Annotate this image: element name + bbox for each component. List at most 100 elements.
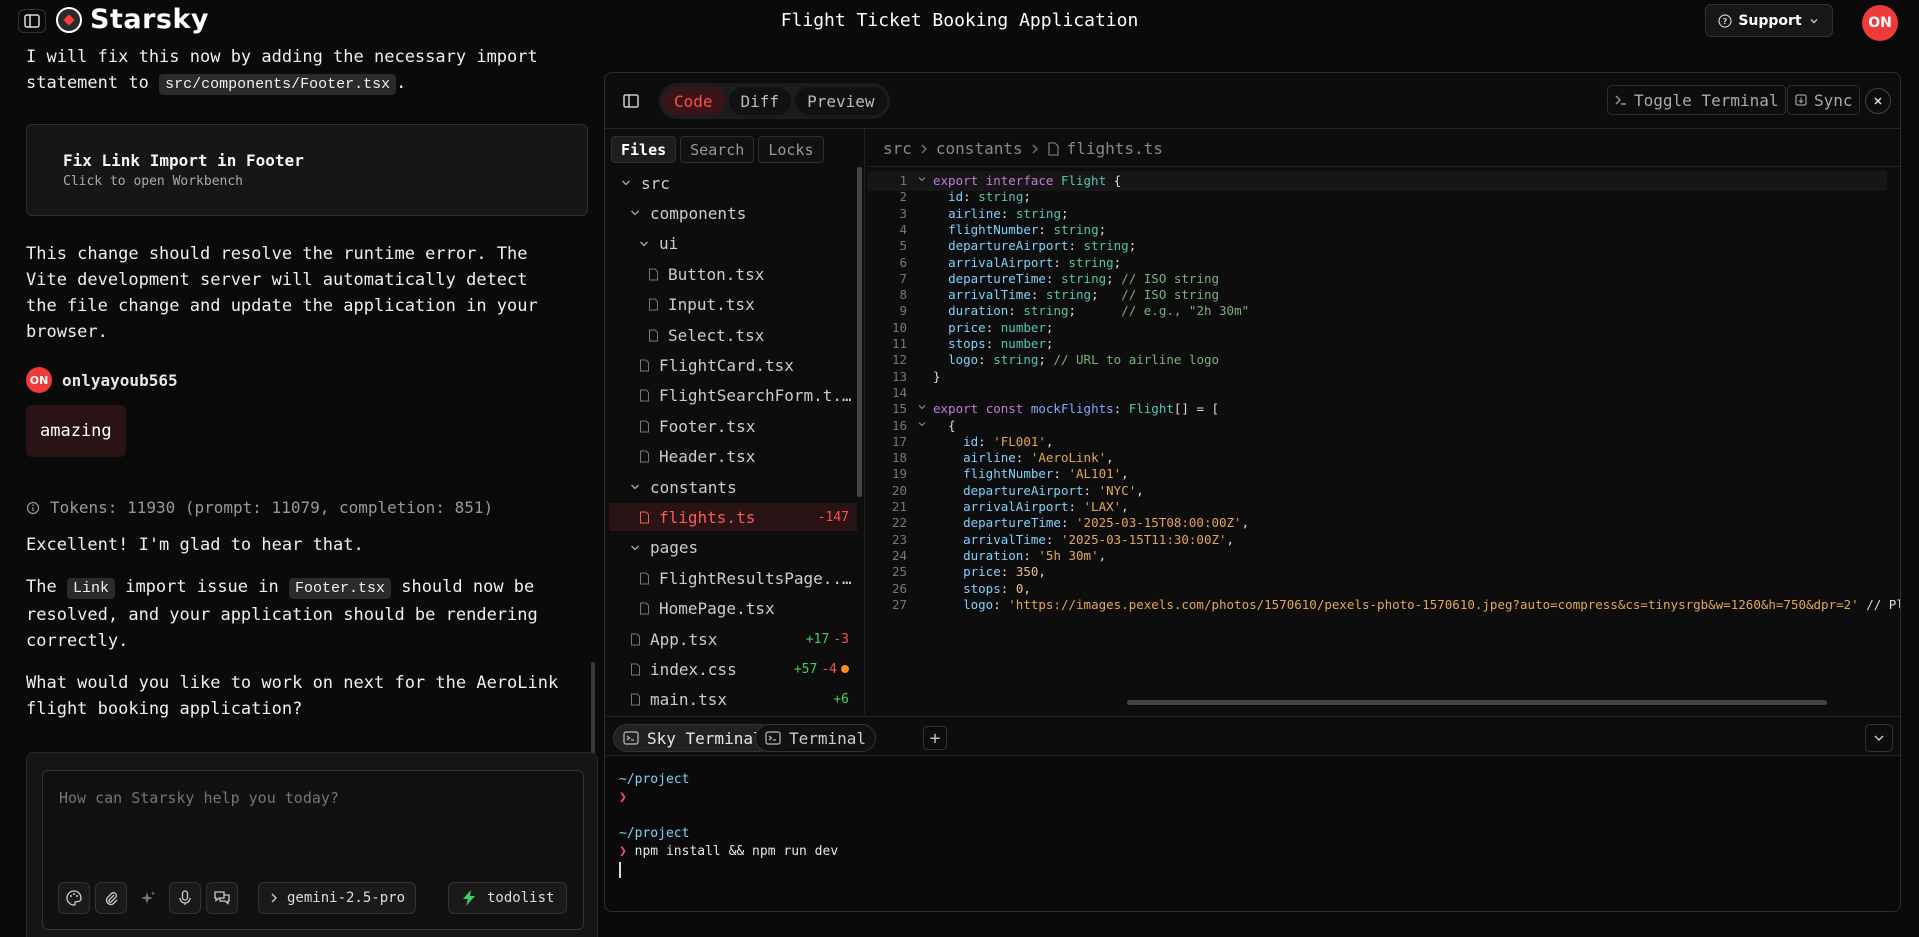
tree-item-label: components (650, 203, 747, 223)
file-icon (637, 358, 651, 372)
brand-name: Starsky (90, 4, 210, 35)
tab-terminal[interactable]: Terminal (755, 724, 877, 752)
sidebar-icon (24, 14, 40, 28)
additions-count: +6 (833, 692, 849, 708)
chat-bubbles-icon (214, 891, 230, 905)
file-icon (637, 571, 651, 585)
token-usage: Tokens: 11930 (prompt: 11079, completion… (26, 498, 493, 517)
tree-item-label: Input.tsx (668, 295, 755, 315)
folder-item[interactable]: constants (609, 473, 857, 501)
view-tabs: Code Diff Preview (659, 83, 890, 119)
tree-item-label: ui (659, 234, 679, 254)
file-item[interactable]: HomePage.tsx (609, 595, 857, 623)
user-avatar[interactable]: ON (1862, 5, 1898, 41)
editor-horizontal-scrollbar[interactable] (1127, 700, 1827, 705)
assistant-message-reply2: The Link import issue in Footer.tsx shou… (26, 574, 566, 654)
code-editor[interactable]: 1 export interface Flight {2 id: string; 3… (867, 166, 1900, 714)
sidebar-toggle-button[interactable] (18, 9, 46, 33)
file-icon (628, 693, 642, 707)
change-stats: -147 (818, 510, 849, 525)
model-selector[interactable]: gemini-2.5-pro (258, 882, 417, 914)
tree-item-label: flights.ts (659, 507, 756, 527)
svg-text:?: ? (1723, 17, 1728, 26)
breadcrumb-file[interactable]: flights.ts (1067, 139, 1163, 158)
collapse-terminal-button[interactable] (1865, 724, 1893, 752)
design-button[interactable] (58, 882, 90, 914)
change-stats: +17 -3 (806, 632, 849, 647)
sync-icon (1795, 94, 1807, 106)
folder-item[interactable]: src (609, 169, 857, 197)
file-item[interactable]: FlightResultsPage.... (609, 564, 857, 592)
chevron-down-icon (637, 237, 651, 251)
file-item[interactable]: main.tsx +6 (609, 686, 857, 714)
todolist-button[interactable]: todolist (448, 882, 568, 914)
workbench-panel: Code Diff Preview Toggle Terminal Sync F… (604, 72, 1901, 912)
file-item[interactable]: Header.tsx (609, 443, 857, 471)
file-item[interactable]: flights.ts -147 (609, 503, 857, 532)
tab-preview[interactable]: Preview (795, 87, 887, 115)
file-tree-panel: Files Search Locks src components ui Button… (605, 129, 865, 715)
file-item[interactable]: Select.tsx (609, 321, 857, 349)
workbench-toolbar: Code Diff Preview Toggle Terminal Sync (605, 73, 1900, 129)
support-button[interactable]: ? Support (1705, 4, 1833, 37)
breadcrumb-src[interactable]: src (883, 139, 912, 158)
file-icon (646, 298, 660, 312)
breadcrumb-constants[interactable]: constants (936, 139, 1023, 158)
sync-button[interactable]: Sync (1787, 85, 1860, 115)
folder-item[interactable]: components (609, 199, 857, 227)
tree-item-label: App.tsx (650, 629, 718, 649)
message-text: . (396, 73, 407, 93)
file-item[interactable]: App.tsx +17 -3 (609, 625, 857, 653)
inline-code: Link (66, 578, 115, 599)
file-icon (637, 450, 651, 464)
tree-item-label: Header.tsx (659, 447, 756, 467)
file-item[interactable]: FlightSearchForm.t... (609, 382, 857, 410)
assistant-message-reply3: What would you like to work on next for … (26, 673, 559, 719)
terminal-prompt-icon (1615, 95, 1626, 105)
terminal-command: npm install && npm run dev (634, 844, 839, 859)
file-item[interactable]: Footer.tsx (609, 412, 857, 440)
folder-item[interactable]: ui (609, 230, 857, 258)
tab-files[interactable]: Files (611, 136, 677, 163)
add-terminal-button[interactable]: + (923, 726, 947, 750)
file-item[interactable]: Button.tsx (609, 260, 857, 288)
tab-sky-terminal[interactable]: Sky Terminal (613, 724, 773, 752)
tab-search[interactable]: Search (680, 136, 755, 163)
deletions-count: -147 (817, 509, 849, 525)
file-tree-tabs: Files Search Locks (611, 136, 824, 163)
message-text: import issue in (114, 577, 289, 597)
tab-diff[interactable]: Diff (728, 87, 792, 115)
terminal-command-line: ❯ npm install && npm run dev (619, 843, 838, 861)
file-icon (637, 419, 651, 433)
enhance-prompt-button[interactable] (132, 882, 164, 914)
additions-count: +17 (805, 631, 830, 647)
terminal-cursor (619, 861, 621, 879)
attach-button[interactable] (95, 882, 127, 914)
panel-left-icon[interactable] (621, 91, 641, 111)
brand[interactable]: Starsky (56, 4, 209, 35)
prompt-input[interactable] (59, 789, 559, 807)
breadcrumb: src constants flights.ts (883, 139, 1163, 158)
file-icon (637, 602, 651, 616)
toggle-terminal-button[interactable]: Toggle Terminal (1607, 85, 1786, 115)
code-text: logo: 'https://images.pexels.com/photos/… (963, 596, 1900, 612)
file-tree-scrollbar[interactable] (857, 167, 862, 497)
tab-locks[interactable]: Locks (758, 136, 824, 163)
file-icon (646, 267, 660, 281)
file-icon (628, 632, 642, 646)
close-workbench-button[interactable] (1865, 88, 1891, 114)
voice-input-button[interactable] (169, 882, 201, 914)
message-text: The (26, 577, 67, 597)
artifact-card[interactable]: Fix Link Import in Footer Click to open … (26, 124, 588, 216)
change-stats: +6 (833, 692, 849, 707)
user-name: onlyayoub565 (62, 370, 178, 390)
terminal-label: Terminal (789, 728, 867, 748)
terminal-output[interactable]: ~/project ❯ ~/project ❯ npm install && n… (605, 757, 1900, 911)
tab-code[interactable]: Code (662, 87, 725, 115)
folder-item[interactable]: pages (609, 534, 857, 562)
terminal-cwd: ~/project (619, 826, 690, 841)
file-item[interactable]: FlightCard.tsx (609, 351, 857, 379)
file-item[interactable]: index.css +57 -4 (609, 655, 857, 683)
file-item[interactable]: Input.tsx (609, 291, 857, 319)
discuss-mode-button[interactable] (206, 882, 238, 914)
